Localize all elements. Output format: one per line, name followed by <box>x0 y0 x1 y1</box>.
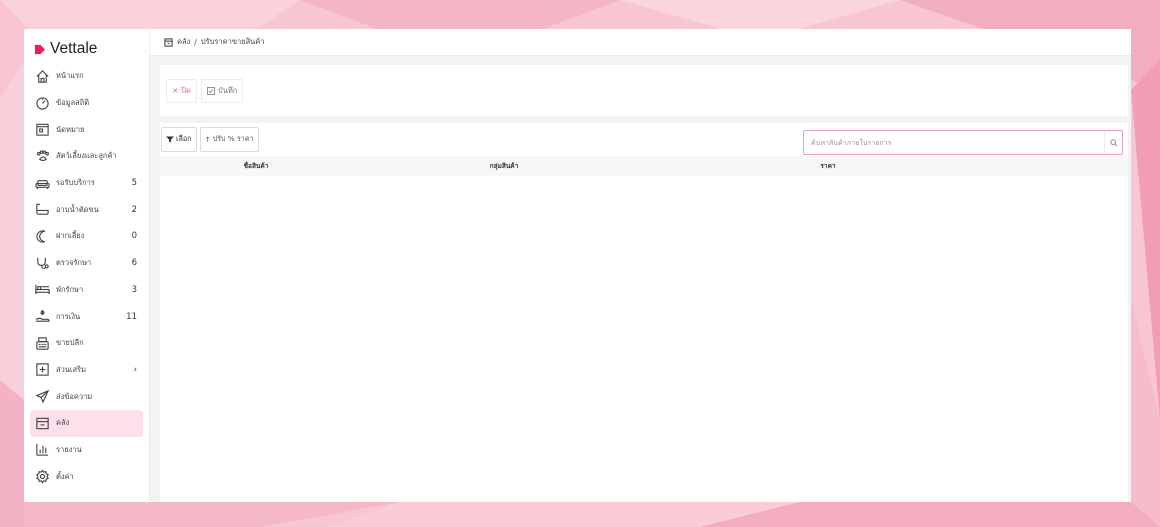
sidebar-item-bed[interactable]: พักรักษา 3 <box>30 277 143 304</box>
sidebar-item-label: อาบน้ำตัดขน <box>56 204 99 214</box>
sidebar-item-count: 3 <box>131 284 137 295</box>
sidebar-nav: หน้าแรกข้อมูลสถิตินัดหมายสัตว์เลี้ยงและล… <box>30 63 143 490</box>
sidebar-item-count: 5 <box>131 178 137 189</box>
dashboard-icon <box>34 95 50 111</box>
column-header-product-name[interactable]: ชื่อสินค้า <box>160 161 352 171</box>
sidebar-item-count: 2 <box>131 204 137 215</box>
product-search <box>803 130 1123 155</box>
send-icon <box>34 389 50 405</box>
filter-icon <box>166 136 174 143</box>
inventory-box-icon <box>164 37 173 47</box>
cash-register-icon <box>34 335 50 351</box>
sidebar-item-label: ขายปลีก <box>56 338 84 348</box>
save-label: บันทึก <box>217 85 238 95</box>
sidebar-item-label: ส่งข้อความ <box>56 391 93 401</box>
search-input[interactable] <box>804 137 1104 148</box>
brand-name: Vettale <box>50 40 98 57</box>
save-button[interactable]: บันทึก <box>200 78 244 103</box>
sidebar-item-cash-register[interactable]: ขายปลีก <box>30 330 143 357</box>
sidebar-item-inventory-box[interactable]: คลัง <box>30 409 143 437</box>
moon-icon <box>34 228 50 244</box>
sidebar-item-label: การเงิน <box>56 311 81 321</box>
sidebar-item-count: › <box>133 364 137 375</box>
close-button[interactable]: × ปิด <box>166 78 197 103</box>
search-button[interactable] <box>1104 131 1122 154</box>
sidebar-item-stethoscope[interactable]: ตรวจรักษา 6 <box>30 250 143 277</box>
adjust-price-button[interactable]: ↑ ปรับ % ราคา <box>199 127 259 152</box>
heart-logo-icon <box>34 44 45 54</box>
main-area: คลัง / ปรับราคาขายสินค้า × ปิด บันทึก เล… <box>150 29 1131 502</box>
app-window: Vettale หน้าแรกข้อมูลสถิตินัดหมายสัตว์เล… <box>24 29 1131 502</box>
home-icon <box>34 68 50 84</box>
select-button[interactable]: เลือก <box>161 127 197 152</box>
sidebar-item-label: สัตว์เลี้ยงและลูกค้า <box>56 151 117 161</box>
sidebar: Vettale หน้าแรกข้อมูลสถิตินัดหมายสัตว์เล… <box>24 29 150 502</box>
sidebar-item-sofa[interactable]: รอรับบริการ 5 <box>30 170 143 197</box>
search-icon <box>1109 138 1118 147</box>
sidebar-item-label: ตรวจรักษา <box>56 258 92 268</box>
sidebar-item-send[interactable]: ส่งข้อความ <box>30 383 143 410</box>
sidebar-item-calendar[interactable]: นัดหมาย <box>30 116 143 143</box>
table-header: ชื่อสินค้า กลุ่มสินค้า ราคา <box>160 156 1128 176</box>
sidebar-item-moon[interactable]: ฝากเลี้ยง 0 <box>30 223 143 250</box>
select-label: เลือก <box>176 134 192 143</box>
breadcrumb-root[interactable]: คลัง <box>177 36 190 48</box>
sidebar-item-bar-chart[interactable]: รายงาน <box>30 437 143 464</box>
action-toolbar: × ปิด บันทึก <box>160 65 1128 116</box>
sidebar-item-dashboard[interactable]: ข้อมูลสถิติ <box>30 90 143 117</box>
product-price-panel: เลือก ↑ ปรับ % ราคา ชื่อสินค้า กลุ่มสินค… <box>160 123 1128 502</box>
sidebar-item-label: รายงาน <box>56 444 82 454</box>
sidebar-item-label: ฝากเลี้ยง <box>56 231 85 241</box>
adjust-label: ปรับ % ราคา <box>212 134 254 143</box>
plus-square-icon <box>34 362 50 378</box>
gear-icon <box>34 469 50 485</box>
save-icon <box>206 86 215 95</box>
sidebar-item-money-hand[interactable]: การเงิน 11 <box>30 303 143 330</box>
breadcrumb: คลัง / ปรับราคาขายสินค้า <box>150 29 1131 56</box>
sidebar-item-label: นัดหมาย <box>56 124 85 134</box>
column-header-price[interactable]: ราคา <box>656 161 1000 171</box>
bar-chart-icon <box>34 442 50 458</box>
inventory-box-icon <box>34 415 50 431</box>
close-icon: × <box>172 86 179 95</box>
arrow-up-icon: ↑ <box>204 135 211 144</box>
sidebar-item-bathtub[interactable]: อาบน้ำตัดขน 2 <box>30 196 143 223</box>
money-hand-icon <box>34 309 50 325</box>
bathtub-icon <box>34 202 50 218</box>
sidebar-item-paw[interactable]: สัตว์เลี้ยงและลูกค้า <box>30 143 143 170</box>
breadcrumb-separator: / <box>194 37 197 47</box>
brand[interactable]: Vettale <box>30 35 143 63</box>
bed-icon <box>34 282 50 298</box>
stethoscope-icon <box>34 255 50 271</box>
sidebar-item-count: 0 <box>131 231 137 242</box>
sidebar-item-label: หน้าแรก <box>56 71 84 81</box>
sidebar-item-count: 6 <box>131 258 137 269</box>
breadcrumb-current: ปรับราคาขายสินค้า <box>200 37 265 46</box>
sidebar-item-plus-square[interactable]: ส่วนเสริม › <box>30 357 143 384</box>
sidebar-item-label: ข้อมูลสถิติ <box>56 98 90 108</box>
calendar-icon <box>34 122 50 138</box>
sofa-icon <box>34 175 50 191</box>
sidebar-item-label: พักรักษา <box>56 284 84 294</box>
sidebar-item-label: คลัง <box>56 418 70 428</box>
sidebar-item-home[interactable]: หน้าแรก <box>30 63 143 90</box>
sidebar-item-count: 11 <box>126 311 137 322</box>
close-label: ปิด <box>181 85 191 95</box>
sidebar-item-label: ตั้งค่า <box>56 471 74 481</box>
column-header-product-group[interactable]: กลุ่มสินค้า <box>352 161 656 171</box>
sidebar-item-gear[interactable]: ตั้งค่า <box>30 463 143 490</box>
sidebar-item-label: รอรับบริการ <box>56 178 95 188</box>
paw-icon <box>34 148 50 164</box>
sidebar-item-label: ส่วนเสริม <box>56 364 87 374</box>
